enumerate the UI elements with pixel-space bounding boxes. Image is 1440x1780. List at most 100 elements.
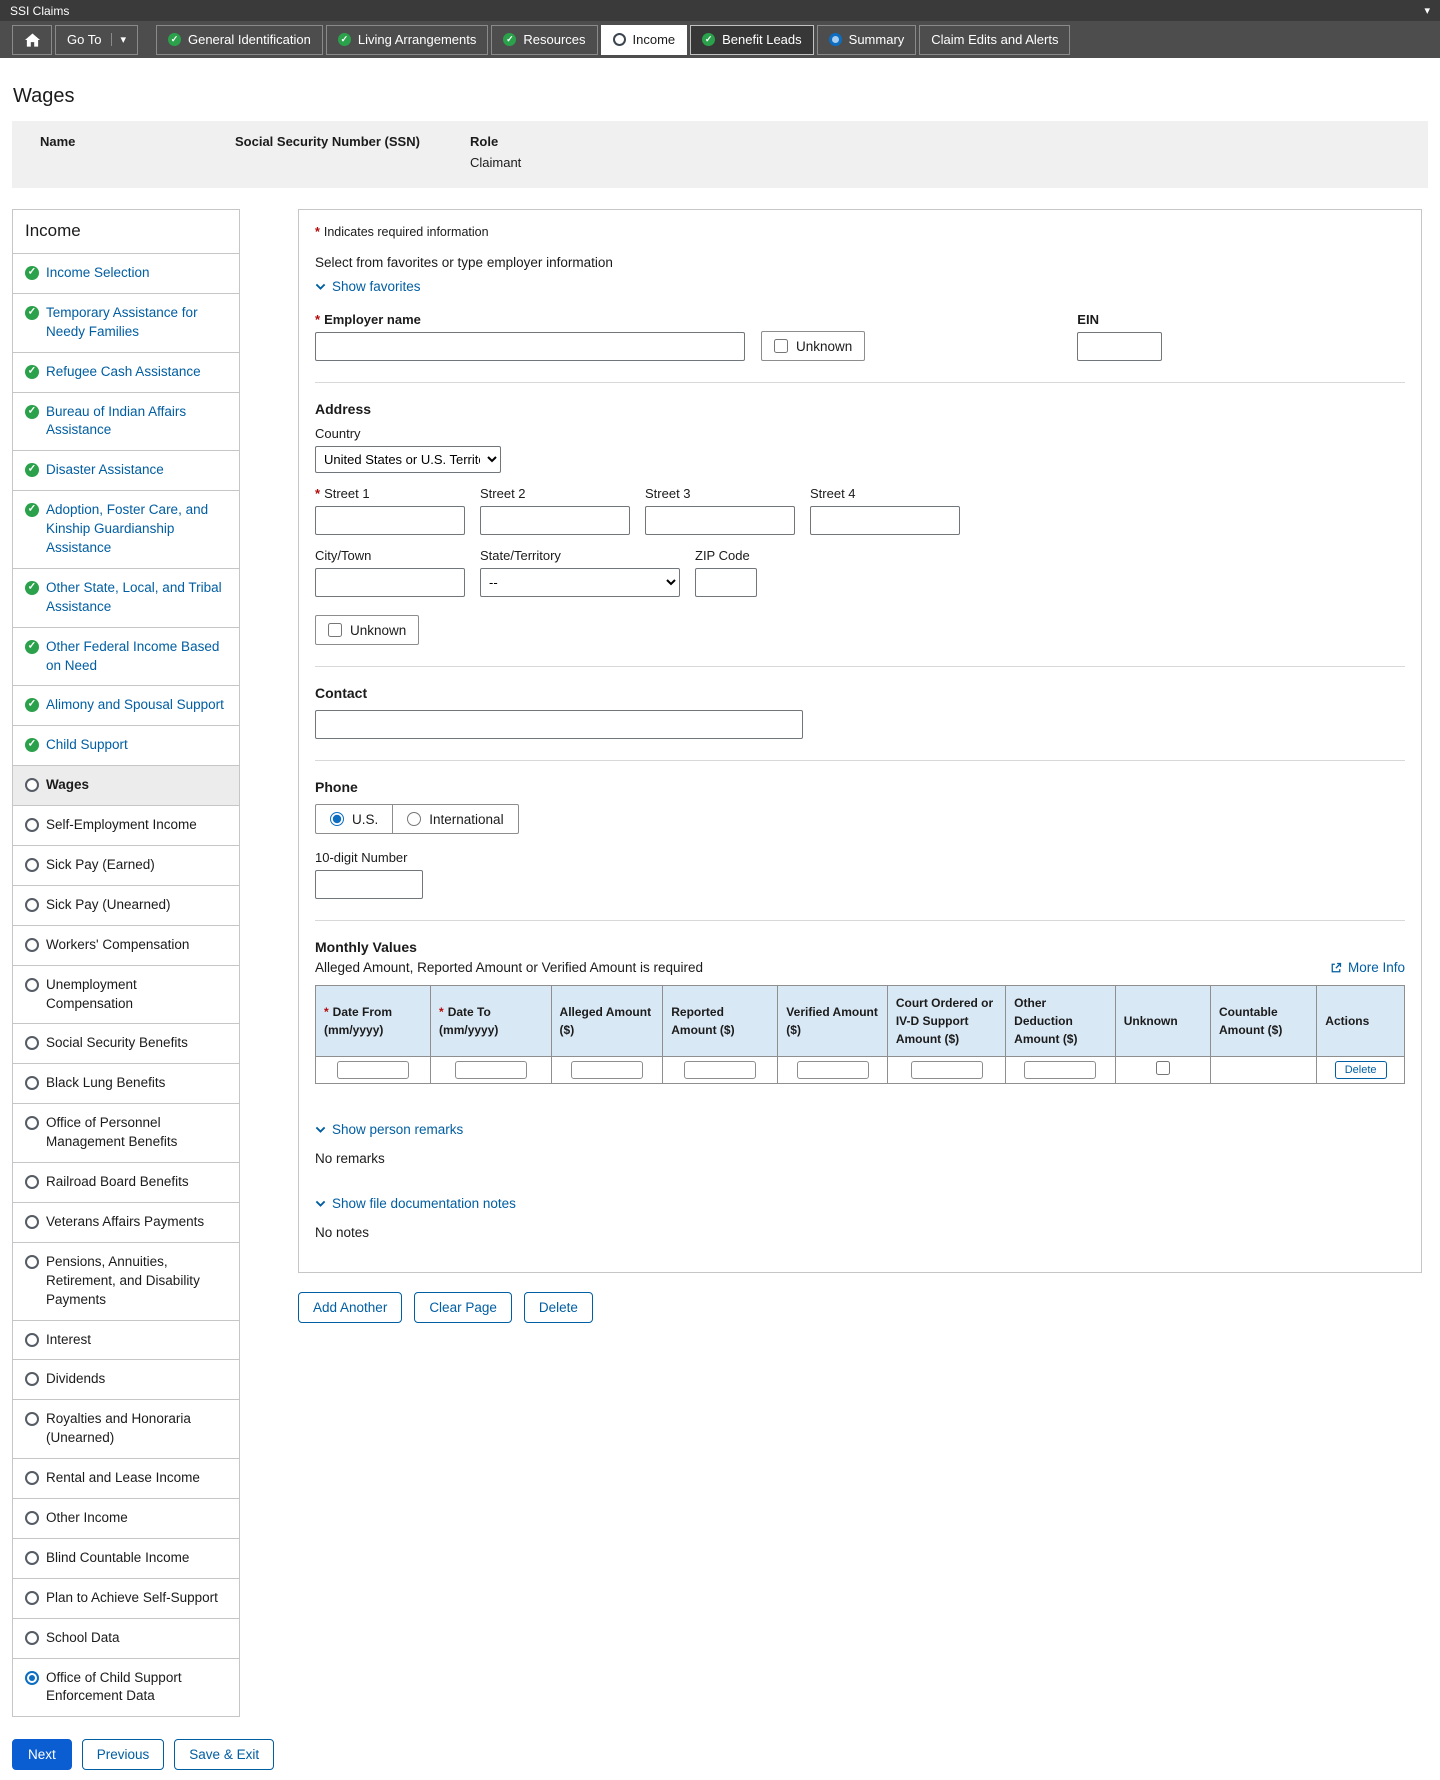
street3-input[interactable] [645,506,795,535]
sidebar-item[interactable]: Income Selection [13,253,239,293]
nav-tab[interactable]: General Identification [156,25,323,55]
previous-button[interactable]: Previous [82,1739,165,1770]
sidebar-item[interactable]: Sick Pay (Unearned) [13,885,239,925]
wages-form-panel: *Indicates required information Select f… [298,209,1422,1273]
sidebar-item[interactable]: Other Federal Income Based on Need [13,627,239,686]
sidebar-item[interactable]: Other Income [13,1498,239,1538]
sidebar-item[interactable]: Dividends [13,1359,239,1399]
sidebar-item-label: Wages [46,776,89,795]
column-header: Reported Amount ($) [663,986,778,1057]
sidebar-item[interactable]: Self-Employment Income [13,805,239,845]
zip-label: ZIP Code [695,548,757,563]
state-select[interactable]: -- [480,568,680,597]
sidebar-item[interactable]: School Data [13,1618,239,1658]
country-select[interactable]: United States or U.S. Territory [315,446,501,473]
street4-input[interactable] [810,506,960,535]
column-label: Other Deduction Amount ($) [1014,996,1077,1046]
phone-international-radio[interactable] [407,812,421,826]
row-delete-button[interactable]: Delete [1335,1061,1387,1079]
sidebar-item[interactable]: Temporary Assistance for Needy Families [13,293,239,352]
street1-input[interactable] [315,506,465,535]
go-to-dropdown[interactable]: Go To ▾ [55,25,138,55]
phone-number-input[interactable] [315,870,423,899]
sidebar-item-label: Temporary Assistance for Needy Families [46,304,227,342]
nav-tab[interactable]: Benefit Leads [690,25,814,55]
sidebar-item-label: Income Selection [46,264,150,283]
court-ordered-amount-input[interactable] [911,1061,983,1079]
address-unknown-checkbox[interactable] [328,623,342,637]
date-to-input[interactable] [455,1061,527,1079]
nav-tab[interactable]: Living Arrangements [326,25,489,55]
row-unknown-checkbox[interactable] [1156,1061,1170,1075]
employer-unknown-toggle[interactable]: Unknown [761,331,865,361]
sidebar-item[interactable]: Royalties and Honoraria (Unearned) [13,1399,239,1458]
sidebar-item[interactable]: Social Security Benefits [13,1023,239,1063]
sidebar-item[interactable]: Disaster Assistance [13,450,239,490]
sidebar-item-label: Plan to Achieve Self-Support [46,1589,218,1608]
phone-us-option[interactable]: U.S. [316,805,392,833]
add-another-button[interactable]: Add Another [298,1292,402,1323]
app-menu-caret-icon[interactable]: ▾ [1424,4,1430,17]
employer-name-input[interactable] [315,332,745,361]
sidebar-item[interactable]: Veterans Affairs Payments [13,1202,239,1242]
nav-tab[interactable]: Resources [491,25,597,55]
sidebar-item[interactable]: Rental and Lease Income [13,1458,239,1498]
section-divider [315,920,1405,921]
sidebar-item[interactable]: Pensions, Annuities, Retirement, and Dis… [13,1242,239,1320]
sidebar-item[interactable]: Child Support [13,725,239,765]
sidebar-item[interactable]: Railroad Board Benefits [13,1162,239,1202]
sidebar-item-label: School Data [46,1629,120,1648]
ein-input[interactable] [1077,332,1162,361]
sidebar-item[interactable]: Sick Pay (Earned) [13,845,239,885]
phone-international-option[interactable]: International [392,805,517,833]
sidebar-item[interactable]: Adoption, Foster Care, and Kinship Guard… [13,490,239,568]
sidebar-item[interactable]: Unemployment Compensation [13,965,239,1024]
alleged-amount-input[interactable] [571,1061,643,1079]
status-icon [25,1412,39,1426]
column-label: Reported Amount ($) [671,1005,734,1037]
sidebar-item[interactable]: Blind Countable Income [13,1538,239,1578]
other-deduction-amount-input[interactable] [1024,1061,1096,1079]
state-label: State/Territory [480,548,680,563]
sidebar-item[interactable]: Other State, Local, and Tribal Assistanc… [13,568,239,627]
phone-us-radio[interactable] [330,812,344,826]
app-title: SSI Claims [10,4,69,18]
sidebar-item-label: Unemployment Compensation [46,976,227,1014]
nav-tab[interactable]: Claim Edits and Alerts [919,25,1070,55]
nav-tab[interactable]: Summary [817,25,917,55]
status-icon [25,698,39,712]
address-unknown-toggle[interactable]: Unknown [315,615,419,645]
sidebar-item[interactable]: Office of Child Support Enforcement Data [13,1658,239,1717]
sidebar-item[interactable]: Bureau of Indian Affairs Assistance [13,392,239,451]
sidebar-item[interactable]: Refugee Cash Assistance [13,352,239,392]
save-exit-button[interactable]: Save & Exit [174,1739,274,1770]
nav-tab[interactable]: Income [601,25,688,55]
next-button[interactable]: Next [12,1739,72,1770]
sidebar-item[interactable]: Alimony and Spousal Support [13,685,239,725]
sidebar-item[interactable]: Wages [13,765,239,805]
more-info-link[interactable]: More Info [1330,960,1405,975]
show-file-documentation-notes-link[interactable]: Show file documentation notes [315,1196,516,1211]
status-icon [25,978,39,992]
show-favorites-link[interactable]: Show favorites [315,279,421,294]
employer-unknown-checkbox[interactable] [774,339,788,353]
show-person-remarks-link[interactable]: Show person remarks [315,1122,463,1137]
sidebar-item-label: Other Federal Income Based on Need [46,638,227,676]
sidebar-item[interactable]: Office of Personnel Management Benefits [13,1103,239,1162]
verified-amount-input[interactable] [797,1061,869,1079]
street2-input[interactable] [480,506,630,535]
city-input[interactable] [315,568,465,597]
sidebar-item[interactable]: Workers' Compensation [13,925,239,965]
sidebar-item[interactable]: Plan to Achieve Self-Support [13,1578,239,1618]
sidebar-item[interactable]: Black Lung Benefits [13,1063,239,1103]
contact-input[interactable] [315,710,803,739]
sidebar-item[interactable]: Interest [13,1320,239,1360]
delete-button[interactable]: Delete [524,1292,593,1323]
clear-page-button[interactable]: Clear Page [414,1292,512,1323]
home-button[interactable] [12,25,52,55]
zip-input[interactable] [695,568,757,597]
chevron-down-icon [315,1124,326,1135]
reported-amount-input[interactable] [684,1061,756,1079]
chevron-down-icon: ▾ [111,33,126,46]
date-from-input[interactable] [337,1061,409,1079]
